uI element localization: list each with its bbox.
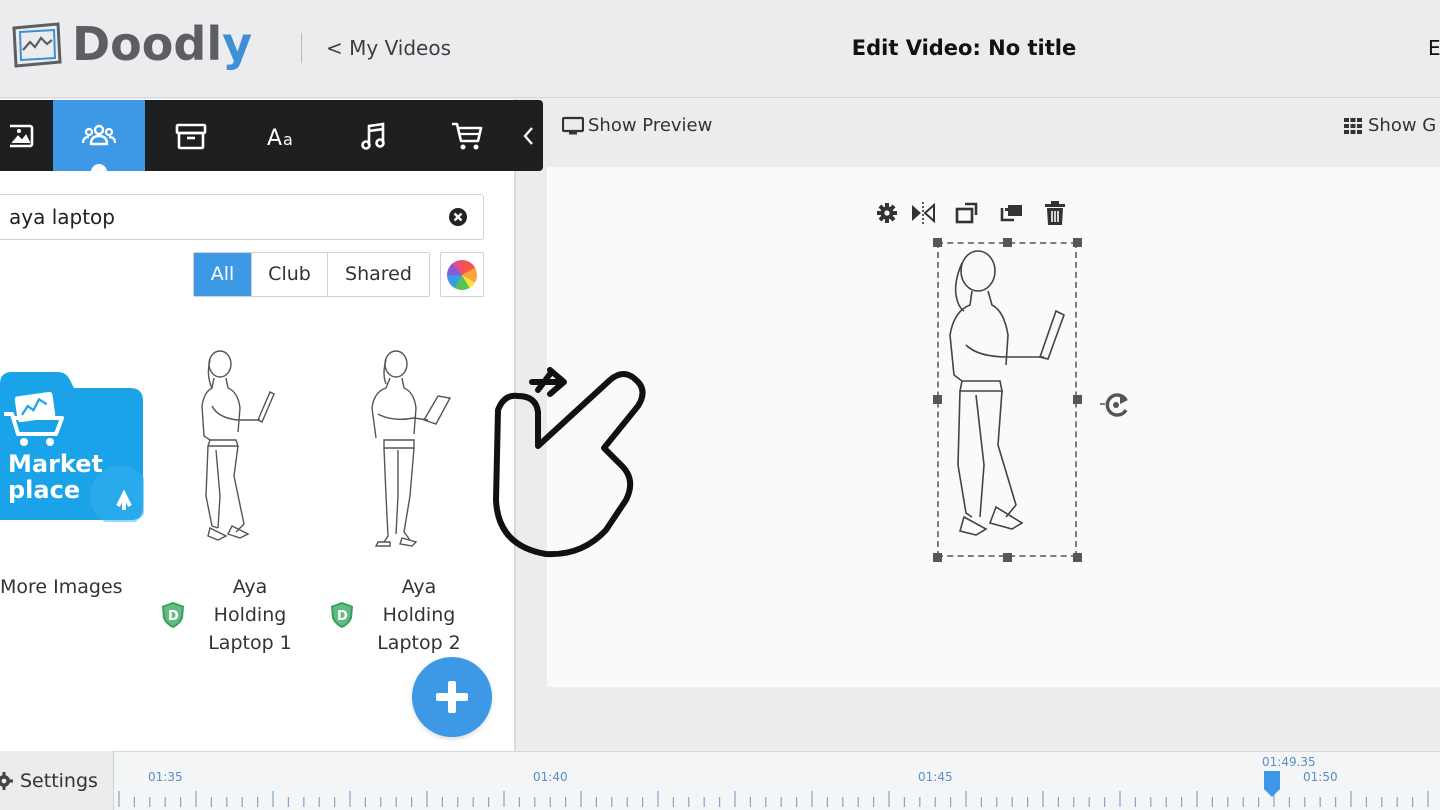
svg-text:a: a xyxy=(283,130,293,149)
resize-handle-top-right[interactable] xyxy=(1073,238,1082,247)
svg-text:A: A xyxy=(267,126,282,151)
rotate-icon[interactable] xyxy=(1100,390,1132,420)
playhead-time: 01:49.35 xyxy=(1262,755,1316,769)
marketplace-card[interactable]: Market place xyxy=(0,372,150,526)
doodly-logo[interactable]: Doodly xyxy=(6,14,252,74)
box-icon xyxy=(175,123,207,149)
text-icon: Aa xyxy=(267,126,293,151)
playhead-marker[interactable] xyxy=(1264,771,1280,799)
search-box xyxy=(0,194,484,240)
my-videos-link[interactable]: < My Videos xyxy=(326,34,451,62)
gear-icon xyxy=(0,771,13,790)
trash-icon[interactable] xyxy=(1042,200,1068,226)
chevron-left-icon xyxy=(523,126,533,145)
app-header: Doodly < My Videos Edit Video: No title … xyxy=(0,0,1440,98)
logo-icon xyxy=(12,22,62,68)
image-tool[interactable] xyxy=(0,100,53,171)
svg-text:D: D xyxy=(168,609,179,624)
music-tool[interactable] xyxy=(329,100,421,171)
show-grid-label: Show G xyxy=(1368,115,1437,136)
more-images-label: More Images xyxy=(0,576,123,598)
filter-club[interactable]: Club xyxy=(252,253,328,296)
page-title: Edit Video: No title xyxy=(851,36,1077,60)
clear-search-icon[interactable] xyxy=(448,207,468,227)
show-preview-toggle[interactable]: Show Preview xyxy=(562,113,712,139)
marketplace-folder-icon: Market place xyxy=(0,372,150,526)
source-filter: All Club Shared xyxy=(193,252,430,297)
settings-label: Settings xyxy=(20,769,98,792)
drag-hand-icon xyxy=(493,367,646,558)
resize-handle-bottom-right[interactable] xyxy=(1073,553,1082,562)
label-line: Laptop 1 xyxy=(208,632,292,654)
bring-forward-icon[interactable] xyxy=(954,200,980,226)
library-item-aya-2[interactable] xyxy=(358,346,454,550)
plus-icon xyxy=(436,681,468,713)
monitor-icon xyxy=(562,116,584,135)
music-note-icon xyxy=(361,122,385,150)
resize-handle-right[interactable] xyxy=(1073,395,1082,404)
library-item-aya-1[interactable] xyxy=(188,346,284,550)
resize-handle-bottom[interactable] xyxy=(1003,553,1012,562)
add-asset-button[interactable] xyxy=(412,657,492,737)
grid-icon xyxy=(1344,118,1362,134)
label-line: Aya xyxy=(401,576,437,598)
header-right-menu[interactable]: E xyxy=(1428,34,1440,62)
marketplace-line2: place xyxy=(8,476,80,504)
text-tool[interactable]: Aa xyxy=(237,100,329,171)
tick-label: 01:45 xyxy=(918,770,953,784)
resize-handle-bottom-left[interactable] xyxy=(933,553,942,562)
timeline-settings-button[interactable]: Settings xyxy=(0,751,114,810)
header-divider xyxy=(301,33,302,63)
collapse-panel-button[interactable] xyxy=(513,100,543,171)
people-icon xyxy=(82,124,116,145)
image-icon xyxy=(9,124,33,147)
characters-tool[interactable] xyxy=(53,100,145,172)
search-input[interactable] xyxy=(9,203,429,231)
timeline-ruler[interactable] xyxy=(114,751,1440,810)
show-grid-toggle[interactable]: Show G xyxy=(1343,113,1436,139)
resize-handle-top-left[interactable] xyxy=(933,238,942,247)
resize-handle-left[interactable] xyxy=(933,395,942,404)
send-backward-icon[interactable] xyxy=(998,200,1024,226)
asset-toolbar: Aa xyxy=(0,100,543,172)
marketplace-tool[interactable] xyxy=(421,100,513,171)
doodly-badge-icon: D xyxy=(162,602,184,628)
tick-label: 01:35 xyxy=(148,770,183,784)
filter-shared[interactable]: Shared xyxy=(328,253,429,296)
color-filter-button[interactable] xyxy=(440,252,484,297)
svg-text:D: D xyxy=(337,609,348,624)
label-line: Aya xyxy=(232,576,268,598)
resize-handle-top[interactable] xyxy=(1003,238,1012,247)
show-preview-label: Show Preview xyxy=(588,115,713,136)
settings-icon[interactable] xyxy=(874,200,900,226)
library-item-label: Aya Holding Laptop 1 xyxy=(190,573,310,657)
cart-icon xyxy=(452,122,483,149)
label-line: Laptop 2 xyxy=(377,632,461,654)
label-line: Holding xyxy=(382,604,456,626)
selection-box xyxy=(937,242,1077,557)
doodly-badge-icon: D xyxy=(331,602,353,628)
aya-holding-laptop-image xyxy=(201,350,275,541)
tick-label: 01:50 xyxy=(1303,770,1338,784)
aya-holding-laptop-image xyxy=(371,350,452,547)
flip-icon[interactable] xyxy=(910,200,936,226)
filter-all[interactable]: All xyxy=(194,253,252,296)
tick-label: 01:40 xyxy=(533,770,568,784)
logo-wordmark: Doodly xyxy=(72,17,253,71)
color-wheel-icon xyxy=(447,259,477,290)
marketplace-line1: Market xyxy=(8,450,103,478)
library-item-label: Aya Holding Laptop 2 xyxy=(359,573,479,657)
props-tool[interactable] xyxy=(145,100,237,171)
label-line: Holding xyxy=(213,604,287,626)
